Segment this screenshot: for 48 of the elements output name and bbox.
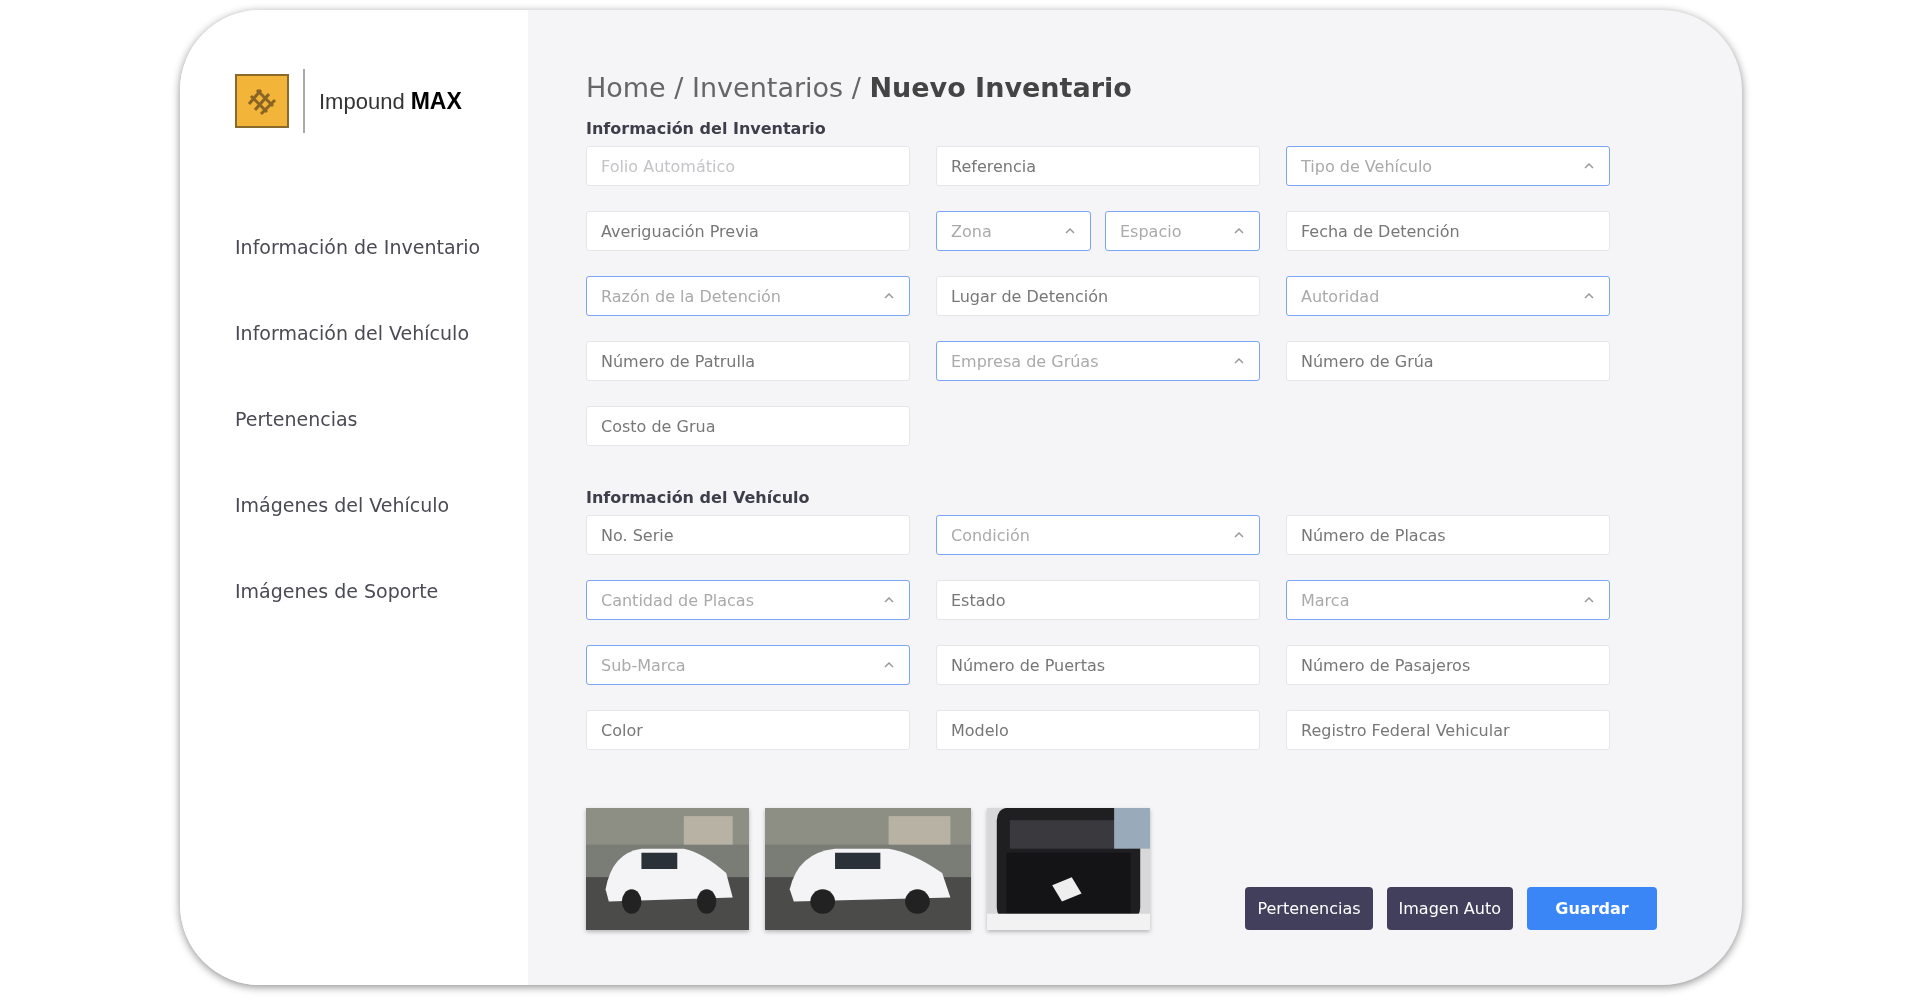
input-field[interactable]: Fecha de Detención (1286, 211, 1610, 251)
logo-text: Impound MAX (319, 87, 462, 115)
save-button[interactable]: Guardar (1527, 887, 1657, 930)
caret-icon (883, 661, 895, 669)
sidebar-item[interactable]: Imágenes del Vehículo (235, 494, 528, 516)
caret-icon (1583, 292, 1595, 300)
sidebar-item[interactable]: Información de Inventario (235, 236, 528, 258)
logo-icon (235, 74, 289, 128)
sidebar-item[interactable]: Imágenes de Soporte (235, 580, 528, 602)
caret-icon (1233, 357, 1245, 365)
select-field[interactable]: Marca (1286, 580, 1610, 620)
input-field[interactable]: Costo de Grua (586, 406, 910, 446)
input-field[interactable]: Número de Puertas (936, 645, 1260, 685)
caret-icon (1583, 596, 1595, 604)
caret-icon (1233, 227, 1245, 235)
select-field[interactable]: Zona (936, 211, 1091, 251)
section-title: Información del Inventario (586, 119, 827, 138)
input-field[interactable]: Número de Pasajeros (1286, 645, 1610, 685)
input-field[interactable]: Referencia (936, 146, 1260, 186)
action-button[interactable]: Pertenencias (1245, 887, 1373, 930)
input-field[interactable]: Número de Placas (1286, 515, 1610, 555)
input-field[interactable]: Número de Grúa (1286, 341, 1610, 381)
input-field[interactable]: Color (586, 710, 910, 750)
action-button[interactable]: Imagen Auto (1386, 887, 1513, 930)
select-field[interactable]: Autoridad (1286, 276, 1610, 316)
select-field[interactable]: Espacio (1105, 211, 1260, 251)
breadcrumb: Home / Inventarios / Nuevo Inventario (586, 72, 1133, 103)
caret-icon (883, 292, 895, 300)
caret-icon (883, 596, 895, 604)
select-field[interactable]: Condición (936, 515, 1260, 555)
input-field[interactable]: Modelo (936, 710, 1260, 750)
select-field[interactable]: Razón de la Detención (586, 276, 910, 316)
select-field[interactable]: Empresa de Grúas (936, 341, 1260, 381)
select-field[interactable]: Tipo de Vehículo (1286, 146, 1610, 186)
sidebar-item[interactable]: Pertenencias (235, 408, 528, 430)
select-field[interactable]: Cantidad de Placas (586, 580, 910, 620)
sidebar-item[interactable]: Información del Vehículo (235, 322, 528, 344)
input-field[interactable]: Registro Federal Vehicular (1286, 710, 1610, 750)
caret-icon (1233, 531, 1245, 539)
input-field[interactable]: Estado (936, 580, 1260, 620)
caret-icon (1064, 227, 1076, 235)
input-field[interactable]: Número de Patrulla (586, 341, 910, 381)
section-title: Información del Vehículo (586, 488, 811, 507)
select-field[interactable]: Sub-Marca (586, 645, 910, 685)
input-field[interactable]: Lugar de Detención (936, 276, 1260, 316)
caret-icon (1583, 162, 1595, 170)
input-field[interactable]: Averiguación Previa (586, 211, 910, 251)
input-field[interactable]: No. Serie (586, 515, 910, 555)
